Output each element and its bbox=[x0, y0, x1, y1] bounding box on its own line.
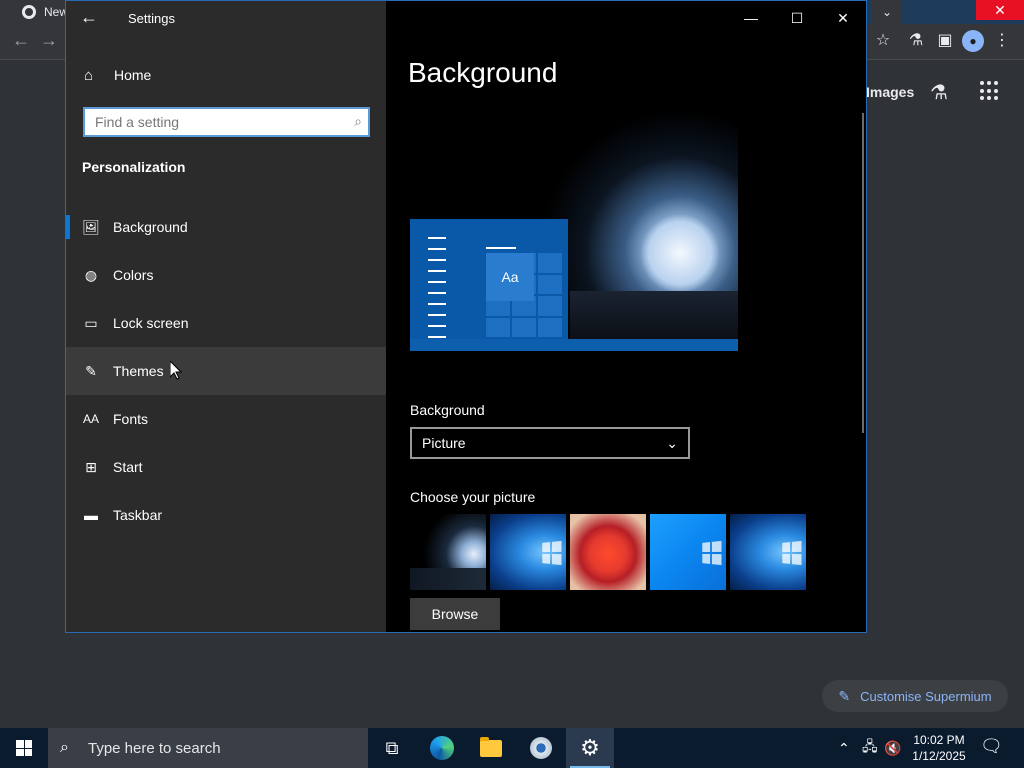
selected-indicator bbox=[66, 215, 70, 239]
taskbar-icon: ▬ bbox=[84, 507, 98, 523]
settings-search-box[interactable]: ⌕ bbox=[83, 107, 370, 137]
picture-thumbnails bbox=[410, 514, 806, 590]
sidebar-item-label: Themes bbox=[113, 363, 164, 379]
taskbar-search-box[interactable]: ⌕ Type here to search bbox=[48, 728, 368, 768]
background-type-dropdown[interactable]: Picture ⌄ bbox=[410, 427, 690, 459]
preview-moon bbox=[640, 213, 720, 293]
sidebar-item-lock-screen[interactable]: ▭ Lock screen bbox=[66, 299, 386, 347]
windows-logo-icon bbox=[16, 740, 32, 756]
clock-time: 10:02 PM bbox=[913, 733, 965, 747]
customise-supermium-button[interactable]: ✎ Customise Supermium bbox=[822, 680, 1008, 712]
maximize-icon[interactable]: ☐ bbox=[774, 1, 820, 35]
minimize-icon[interactable]: — bbox=[728, 1, 774, 35]
home-nav-item[interactable]: ⌂ Home bbox=[66, 61, 386, 89]
settings-content: — ☐ ✕ Background Aa Background Picture ⌄… bbox=[386, 1, 866, 632]
tab-search-dropdown-icon[interactable]: ⌄ bbox=[872, 0, 902, 24]
taskbar-clock[interactable]: 10:02 PM 1/12/2025 bbox=[900, 732, 978, 764]
preview-city bbox=[570, 291, 738, 339]
sidebar-item-taskbar[interactable]: ▬ Taskbar bbox=[66, 491, 386, 539]
desktop-preview: Aa bbox=[410, 111, 738, 351]
sidebar-item-label: Fonts bbox=[113, 411, 149, 427]
dropdown-value: Picture bbox=[422, 435, 466, 451]
start-button[interactable] bbox=[0, 728, 48, 768]
labs-flask-icon[interactable]: ⚗ bbox=[905, 30, 927, 50]
sidebar-item-label: Taskbar bbox=[113, 507, 163, 523]
settings-search-input[interactable] bbox=[85, 109, 325, 135]
picture-icon: 🖼 bbox=[82, 218, 100, 235]
home-icon: ⌂ bbox=[84, 66, 94, 84]
network-icon[interactable]: 🖧 bbox=[862, 728, 878, 768]
windows-taskbar: ⌕ Type here to search ⧉ ⚙ ⌃ 🖧 🔇 10:02 PM… bbox=[0, 728, 1024, 768]
bookmark-star-icon[interactable]: ☆ bbox=[872, 30, 894, 50]
browser-logo-icon bbox=[22, 5, 36, 19]
settings-sidebar: ← Settings ⌂ Home ⌕ Personalization 🖼 Ba… bbox=[66, 1, 386, 632]
section-title: Personalization bbox=[82, 159, 186, 175]
sidebar-item-label: Start bbox=[113, 459, 143, 475]
volume-muted-icon[interactable]: 🔇 bbox=[884, 728, 901, 768]
picture-thumbnail-windows-light[interactable] bbox=[650, 514, 726, 590]
images-link[interactable]: Images bbox=[866, 84, 914, 100]
edge-icon bbox=[430, 736, 454, 760]
sidebar-item-label: Lock screen bbox=[113, 315, 189, 331]
browser-menu-icon[interactable]: ⋮ bbox=[991, 30, 1013, 50]
preview-tile-text: Aa bbox=[486, 253, 534, 301]
edge-taskbar-button[interactable] bbox=[418, 728, 466, 768]
profile-avatar-icon[interactable]: ● bbox=[962, 30, 984, 52]
notification-center-icon[interactable]: 🗨 bbox=[980, 736, 1003, 757]
back-arrow-icon[interactable]: ← bbox=[80, 7, 98, 28]
picture-thumbnail-windows-dark[interactable] bbox=[730, 514, 806, 590]
search-icon: ⌕ bbox=[354, 113, 362, 129]
window-controls: — ☐ ✕ bbox=[728, 1, 866, 35]
side-panel-icon[interactable]: ▣ bbox=[934, 30, 956, 50]
browser-tab[interactable]: New bbox=[0, 0, 68, 24]
sidebar-item-themes[interactable]: ✎ Themes bbox=[66, 347, 386, 395]
picture-thumbnail-windows-blue[interactable] bbox=[490, 514, 566, 590]
preview-taskbar bbox=[410, 339, 738, 351]
sidebar-item-colors[interactable]: ◍ Colors bbox=[66, 251, 386, 299]
close-icon[interactable]: ✕ bbox=[820, 1, 866, 35]
settings-taskbar-button[interactable]: ⚙ bbox=[566, 728, 614, 768]
choose-picture-label: Choose your picture bbox=[410, 489, 536, 505]
sidebar-item-label: Colors bbox=[113, 267, 154, 283]
home-label: Home bbox=[114, 67, 152, 83]
search-labs-icon[interactable]: ⚗ bbox=[930, 80, 948, 105]
customise-label: Customise Supermium bbox=[860, 688, 992, 704]
file-explorer-taskbar-button[interactable] bbox=[467, 728, 515, 768]
browse-button[interactable]: Browse bbox=[410, 598, 500, 630]
personalization-nav-list: 🖼 Background ◍ Colors ▭ Lock screen ✎ Th… bbox=[66, 203, 386, 539]
google-apps-icon[interactable] bbox=[980, 81, 1000, 101]
palette-icon: ◍ bbox=[84, 266, 98, 283]
background-label: Background bbox=[410, 402, 485, 418]
folder-icon bbox=[480, 736, 502, 757]
preview-start-menu: Aa bbox=[410, 219, 568, 339]
sidebar-item-fonts[interactable]: AA Fonts bbox=[66, 395, 386, 443]
browser-forward-icon[interactable]: → bbox=[40, 30, 58, 51]
pencil-icon: ✎ bbox=[838, 687, 851, 704]
browser-back-icon[interactable]: ← bbox=[12, 30, 30, 51]
picture-thumbnail-angel[interactable] bbox=[410, 514, 486, 590]
clock-date: 1/12/2025 bbox=[912, 749, 966, 763]
picture-thumbnail-flower[interactable] bbox=[570, 514, 646, 590]
supermium-icon bbox=[530, 737, 552, 759]
sidebar-item-start[interactable]: ⊞ Start bbox=[66, 443, 386, 491]
themes-icon: ✎ bbox=[85, 362, 97, 379]
settings-window: ← Settings ⌂ Home ⌕ Personalization 🖼 Ba… bbox=[65, 0, 867, 633]
content-scrollbar[interactable] bbox=[862, 113, 864, 433]
show-hidden-icons-icon[interactable]: ⌃ bbox=[838, 728, 850, 768]
start-icon: ⊞ bbox=[85, 458, 97, 475]
window-title: Settings bbox=[128, 11, 175, 26]
taskbar-search-placeholder: Type here to search bbox=[88, 739, 221, 757]
page-title: Background bbox=[408, 57, 558, 88]
task-view-icon[interactable]: ⧉ bbox=[368, 728, 416, 768]
sidebar-item-background[interactable]: 🖼 Background bbox=[66, 203, 386, 251]
fonts-icon: AA bbox=[82, 412, 99, 426]
gear-icon: ⚙ bbox=[580, 735, 600, 760]
browser-close-button[interactable]: ✕ bbox=[976, 0, 1024, 20]
sidebar-item-label: Background bbox=[113, 219, 188, 235]
supermium-taskbar-button[interactable] bbox=[517, 728, 565, 768]
lock-screen-icon: ▭ bbox=[84, 314, 98, 331]
search-icon: ⌕ bbox=[60, 739, 69, 756]
chevron-down-icon: ⌄ bbox=[666, 435, 678, 451]
